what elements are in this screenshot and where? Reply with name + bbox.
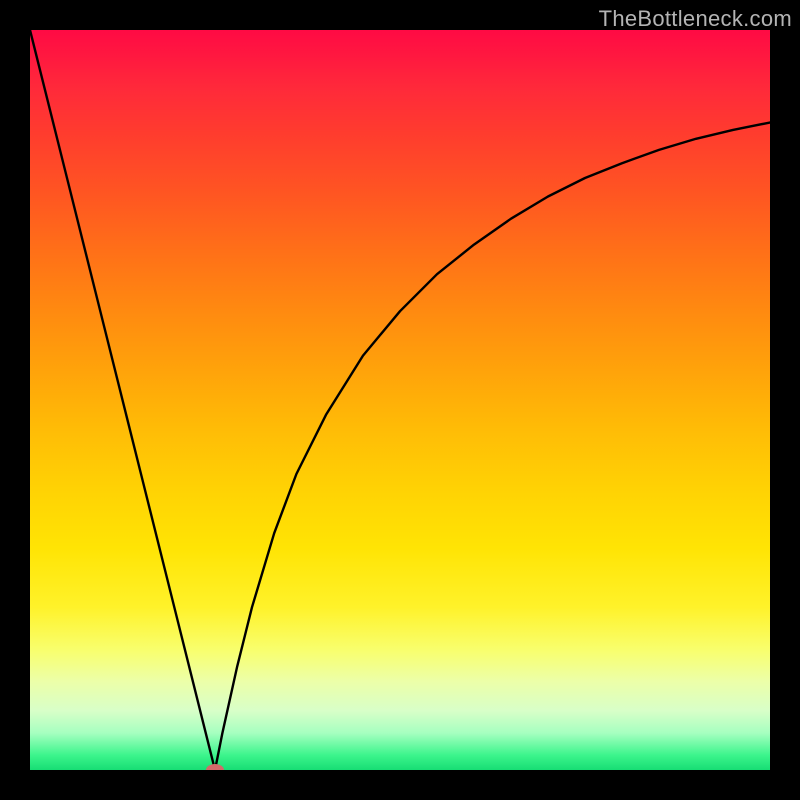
watermark-text: TheBottleneck.com bbox=[599, 6, 792, 32]
min-point-marker bbox=[206, 764, 224, 770]
plot-area bbox=[30, 30, 770, 770]
curve-layer bbox=[30, 30, 770, 770]
bottleneck-curve bbox=[30, 30, 770, 770]
chart-frame: TheBottleneck.com bbox=[0, 0, 800, 800]
